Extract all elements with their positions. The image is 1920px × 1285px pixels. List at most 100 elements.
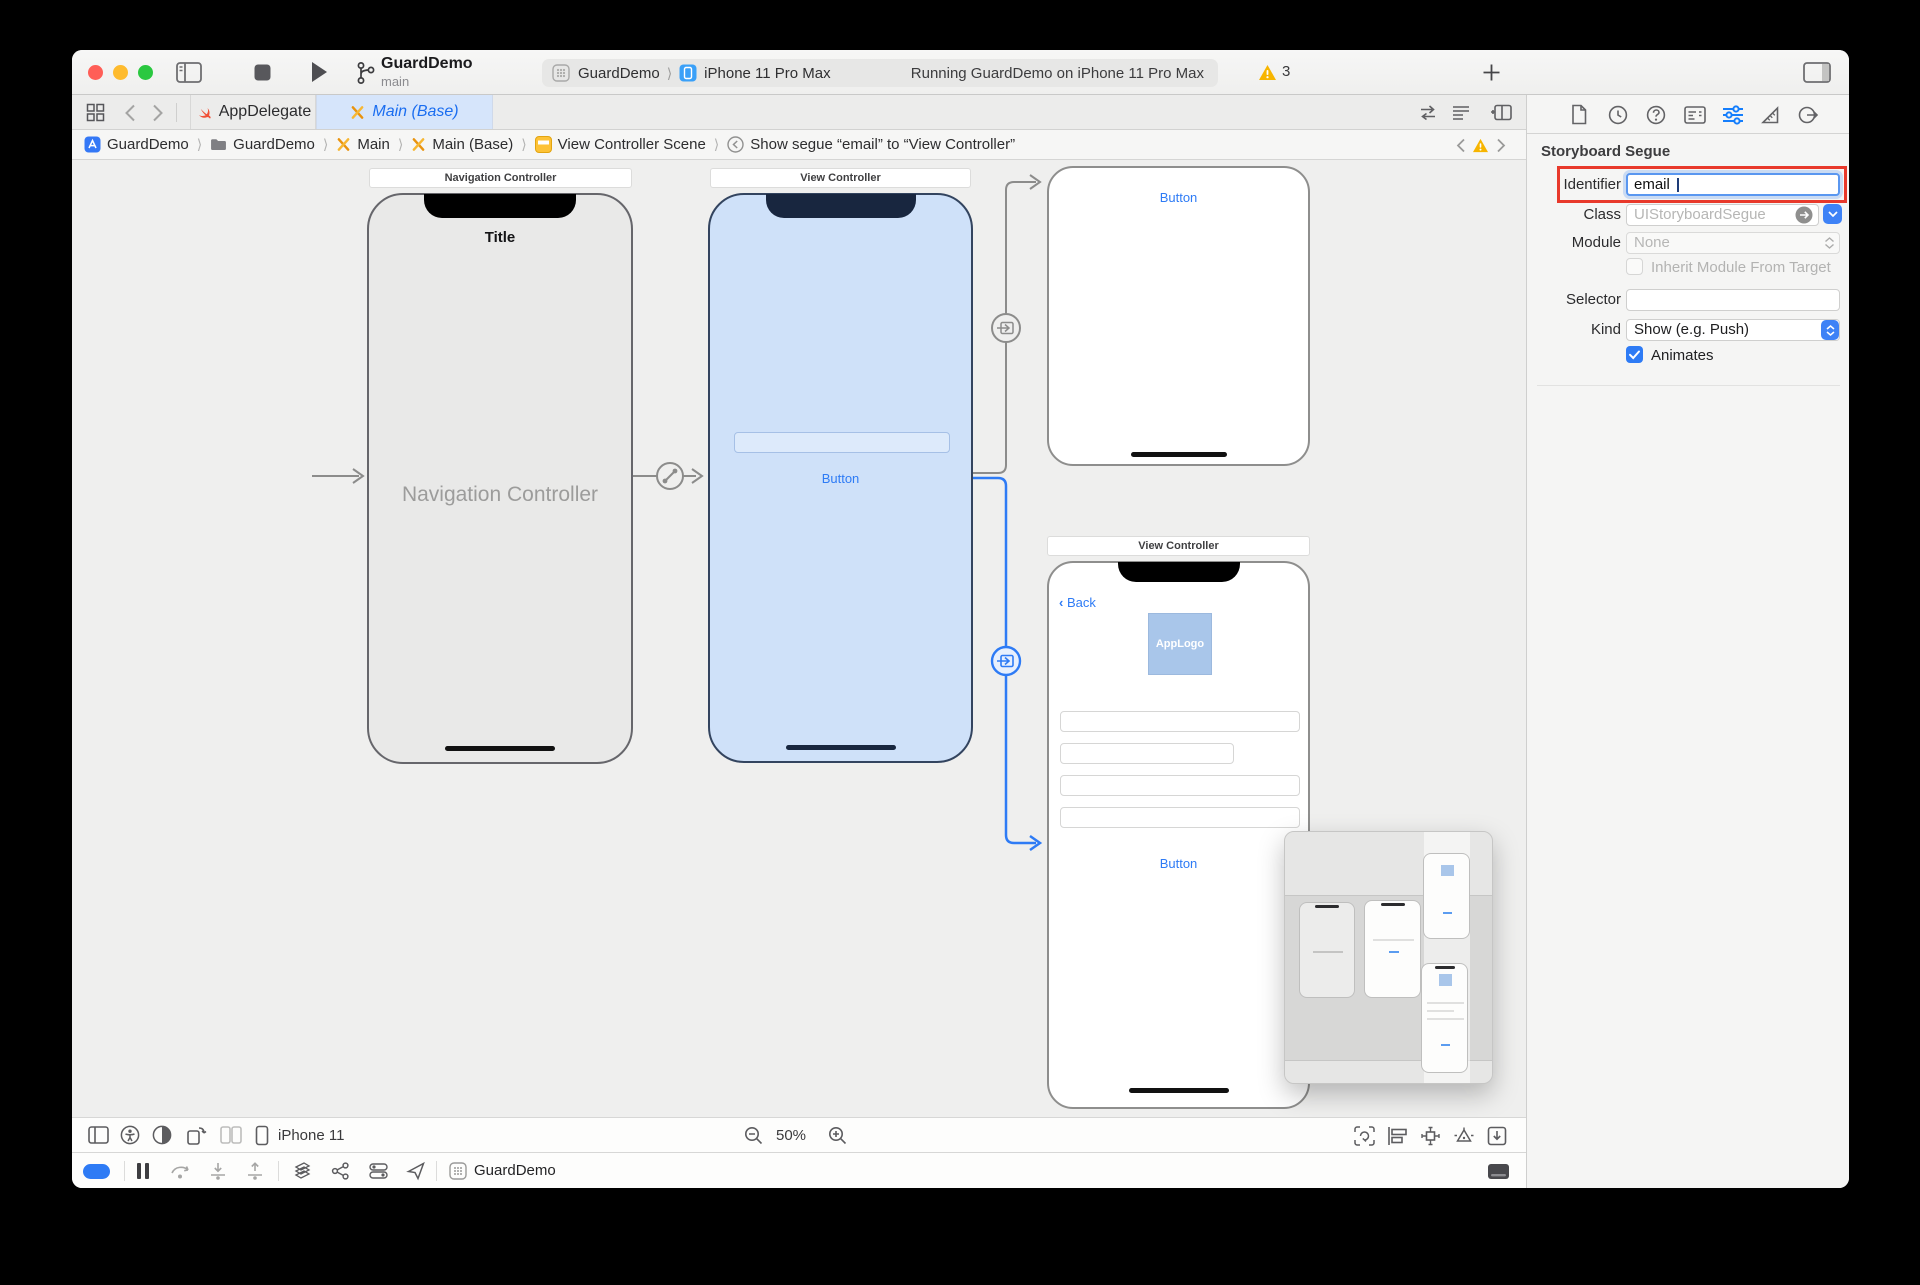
add-constraints-icon[interactable] — [1420, 1126, 1441, 1146]
button[interactable]: Button — [1049, 856, 1308, 871]
inspector-sidebar-toggle-icon[interactable] — [1803, 62, 1831, 83]
module-field[interactable]: None — [1626, 232, 1840, 254]
jumpbar-item-segue[interactable]: Show segue “email” to “View Controller” — [727, 136, 1015, 153]
simulate-location-icon[interactable] — [406, 1161, 426, 1181]
orientation-icon[interactable] — [185, 1125, 207, 1145]
root-relationship-segue[interactable] — [633, 463, 702, 489]
inherit-module-checkbox[interactable] — [1626, 258, 1643, 275]
step-into-icon[interactable] — [208, 1162, 228, 1180]
kind-field[interactable]: Show (e.g. Push) — [1626, 319, 1840, 341]
add-editor-icon[interactable] — [1491, 103, 1513, 122]
attributes-inspector-icon[interactable] — [1722, 105, 1744, 125]
add-tab-icon[interactable] — [1482, 63, 1501, 82]
show-segue-top[interactable] — [973, 175, 1040, 473]
environment-overrides-icon[interactable] — [368, 1161, 389, 1181]
embed-in-icon[interactable] — [1487, 1126, 1507, 1146]
class-dropdown-button[interactable] — [1823, 204, 1842, 224]
run-destination[interactable]: iPhone 11 Pro Max — [704, 65, 830, 82]
connections-inspector-icon[interactable] — [1798, 105, 1819, 125]
text-field[interactable] — [734, 432, 950, 453]
button[interactable]: Button — [1049, 190, 1308, 205]
kind-stepper-button[interactable] — [1821, 320, 1839, 340]
navigator-sidebar-toggle-icon[interactable] — [176, 62, 202, 83]
navigation-controller-scene[interactable]: Title Navigation Controller — [367, 193, 633, 764]
quick-help-inspector-icon[interactable] — [1646, 105, 1666, 125]
text-field[interactable] — [1060, 775, 1300, 796]
button[interactable]: Button — [710, 471, 971, 486]
warning-count[interactable]: 3 — [1282, 63, 1290, 80]
zoom-window-button[interactable] — [138, 65, 153, 80]
animates-checkbox[interactable] — [1626, 346, 1643, 363]
memory-graph-icon[interactable] — [330, 1161, 351, 1181]
jumpbar-item-scene[interactable]: View Controller Scene — [535, 136, 706, 153]
minimize-button[interactable] — [113, 65, 128, 80]
class-field[interactable]: UIStoryboardSegue — [1626, 204, 1819, 226]
login-view-controller-scene[interactable]: Button — [708, 193, 973, 763]
go-back-icon[interactable] — [124, 104, 136, 122]
go-forward-icon[interactable] — [152, 104, 164, 122]
identifier-input[interactable] — [1628, 175, 1838, 194]
top-view-controller-scene[interactable]: Button — [1047, 166, 1310, 466]
pause-debug-icon[interactable] — [136, 1162, 150, 1180]
text-field[interactable] — [1060, 711, 1300, 732]
run-button[interactable] — [310, 61, 328, 83]
back-button[interactable]: ‹ Back — [1059, 595, 1096, 610]
storyboard-entry-arrow[interactable] — [312, 469, 363, 483]
zoom-out-icon[interactable] — [744, 1126, 764, 1146]
align-icon[interactable] — [1387, 1126, 1408, 1146]
nav-placeholder-label[interactable]: Navigation Controller — [369, 483, 631, 507]
selector-field[interactable] — [1626, 289, 1840, 311]
update-frames-icon[interactable] — [1354, 1126, 1375, 1146]
close-button[interactable] — [88, 65, 103, 80]
storyboard-canvas[interactable]: Navigation Controller Title Navigation C… — [72, 160, 1526, 1117]
step-out-icon[interactable] — [245, 1162, 265, 1180]
code-review-icon[interactable] — [1418, 104, 1438, 122]
related-items-icon[interactable] — [86, 103, 105, 122]
device-name[interactable]: iPhone 11 — [278, 1127, 344, 1144]
warning-icon[interactable] — [1472, 138, 1489, 153]
module-dropdown-icon[interactable] — [1824, 237, 1835, 249]
show-segue-email-selected[interactable] — [973, 478, 1040, 850]
scheme-name[interactable]: GuardDemo — [578, 65, 660, 82]
jumpbar-item-storyboard-base[interactable]: Main (Base) — [411, 136, 513, 153]
accessibility-icon[interactable] — [120, 1125, 140, 1145]
file-inspector-icon[interactable] — [1570, 104, 1588, 125]
scheme-selector[interactable]: GuardDemo ⟩ iPhone 11 Pro Max Running Gu… — [542, 59, 1218, 87]
jump-to-class-icon[interactable] — [1795, 206, 1813, 224]
tab-main-storyboard[interactable]: Main (Base) — [316, 95, 493, 129]
device-bezels-icon[interactable] — [1487, 1163, 1510, 1180]
jumpbar-item-project[interactable]: GuardDemo — [84, 136, 189, 153]
resolve-autolayout-icon[interactable] — [1453, 1126, 1475, 1146]
detail-view-controller-scene[interactable]: ‹ Back AppLogo Button — [1047, 561, 1310, 1109]
jumpbar-item-storyboard[interactable]: Main — [336, 136, 390, 153]
device-icon[interactable] — [255, 1125, 269, 1146]
color-variants-icon[interactable] — [152, 1125, 172, 1145]
next-issue-icon[interactable] — [1496, 138, 1506, 153]
identity-inspector-icon[interactable] — [1684, 106, 1706, 124]
identifier-field[interactable] — [1626, 173, 1840, 196]
history-inspector-icon[interactable] — [1608, 105, 1628, 125]
breakpoints-toggle[interactable] — [83, 1164, 110, 1179]
text-field[interactable] — [1060, 743, 1234, 764]
step-over-icon[interactable] — [170, 1162, 192, 1180]
document-outline-toggle-icon[interactable] — [88, 1126, 109, 1144]
text-field[interactable] — [1060, 807, 1300, 828]
tab-appdelegate[interactable]: AppDelegate — [190, 95, 316, 129]
nav-bar-title[interactable]: Title — [369, 229, 631, 246]
editor-options-icon[interactable] — [1451, 104, 1471, 122]
split-preview-icon[interactable] — [220, 1126, 242, 1144]
size-inspector-icon[interactable] — [1760, 105, 1781, 125]
app-logo-image-view[interactable]: AppLogo — [1148, 613, 1212, 675]
stop-button[interactable] — [254, 64, 271, 81]
previous-issue-icon[interactable] — [1456, 138, 1466, 153]
scene-header-navigation-controller[interactable]: Navigation Controller — [369, 168, 632, 188]
view-hierarchy-icon[interactable] — [292, 1161, 313, 1181]
process-name[interactable]: GuardDemo — [474, 1162, 556, 1179]
canvas-minimap[interactable] — [1284, 831, 1493, 1084]
warning-icon[interactable] — [1258, 64, 1277, 81]
zoom-in-icon[interactable] — [828, 1126, 848, 1146]
scene-header-view-controller-detail[interactable]: View Controller — [1047, 536, 1310, 556]
scene-header-view-controller[interactable]: View Controller — [710, 168, 971, 188]
jumpbar-item-group[interactable]: GuardDemo — [210, 136, 315, 153]
zoom-level[interactable]: 50% — [776, 1127, 806, 1144]
